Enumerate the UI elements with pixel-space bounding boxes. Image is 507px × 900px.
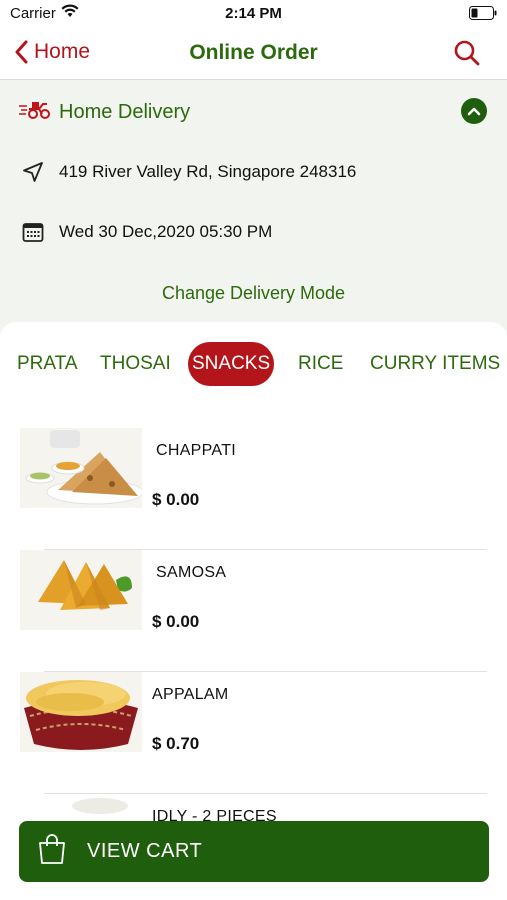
- change-delivery-mode-link[interactable]: Change Delivery Mode: [0, 283, 507, 304]
- location-arrow-icon: [20, 160, 46, 184]
- chappati-image: [20, 428, 144, 508]
- clock: 2:14 PM: [225, 5, 282, 22]
- tab-thosai[interactable]: THOSAI: [100, 342, 171, 386]
- calendar-icon: [20, 220, 46, 244]
- samosa-image: [20, 550, 142, 630]
- menu-item[interactable]: CHAPPATI $ 0.00: [0, 428, 507, 550]
- item-price: $ 0.00: [152, 490, 200, 509]
- delivery-info-section: Home Delivery 419 River Valley Rd, Singa…: [0, 80, 507, 330]
- delivery-scooter-icon: [18, 100, 51, 125]
- item-name: CHAPPATI: [156, 442, 237, 459]
- address-row: 419 River Valley Rd, Singapore 248316: [20, 160, 356, 184]
- appalam-image: [20, 672, 142, 752]
- menu-panel: PRATA THOSAI SNACKS RICE CURRY ITEMS CHA…: [0, 322, 507, 900]
- delivery-mode-row: Home Delivery: [18, 98, 489, 126]
- item-price: $ 0.00: [152, 612, 200, 631]
- view-cart-button[interactable]: VIEW CART: [19, 821, 489, 882]
- item-price: $ 0.70: [152, 734, 200, 753]
- page-title: Online Order: [189, 41, 318, 64]
- menu-item[interactable]: SAMOSA $ 0.00: [0, 550, 507, 672]
- datetime-row: Wed 30 Dec,2020 05:30 PM: [20, 220, 272, 244]
- delivery-address: 419 River Valley Rd, Singapore 248316: [59, 162, 357, 181]
- delivery-datetime: Wed 30 Dec,2020 05:30 PM: [59, 222, 273, 241]
- view-cart-label: VIEW CART: [87, 840, 203, 862]
- navigation-bar: Home Online Order: [0, 28, 507, 80]
- status-bar: Carrier 2:14 PM: [0, 0, 507, 28]
- tab-rice[interactable]: RICE: [298, 342, 343, 386]
- search-icon[interactable]: [453, 39, 481, 72]
- item-name: APPALAM: [152, 686, 229, 703]
- chevron-up-icon: [467, 107, 481, 116]
- delivery-mode-label: Home Delivery: [59, 100, 191, 123]
- shopping-bag-icon: [37, 833, 67, 870]
- collapse-button[interactable]: [461, 98, 487, 124]
- tab-curry-items[interactable]: CURRY ITEMS: [370, 342, 500, 386]
- tab-snacks[interactable]: SNACKS: [188, 342, 275, 386]
- item-name: SAMOSA: [156, 564, 227, 581]
- menu-item[interactable]: APPALAM $ 0.70: [0, 672, 507, 794]
- tab-prata[interactable]: PRATA: [17, 342, 78, 386]
- battery-icon: [469, 6, 497, 25]
- category-tabs: PRATA THOSAI SNACKS RICE CURRY ITEMS: [0, 342, 507, 386]
